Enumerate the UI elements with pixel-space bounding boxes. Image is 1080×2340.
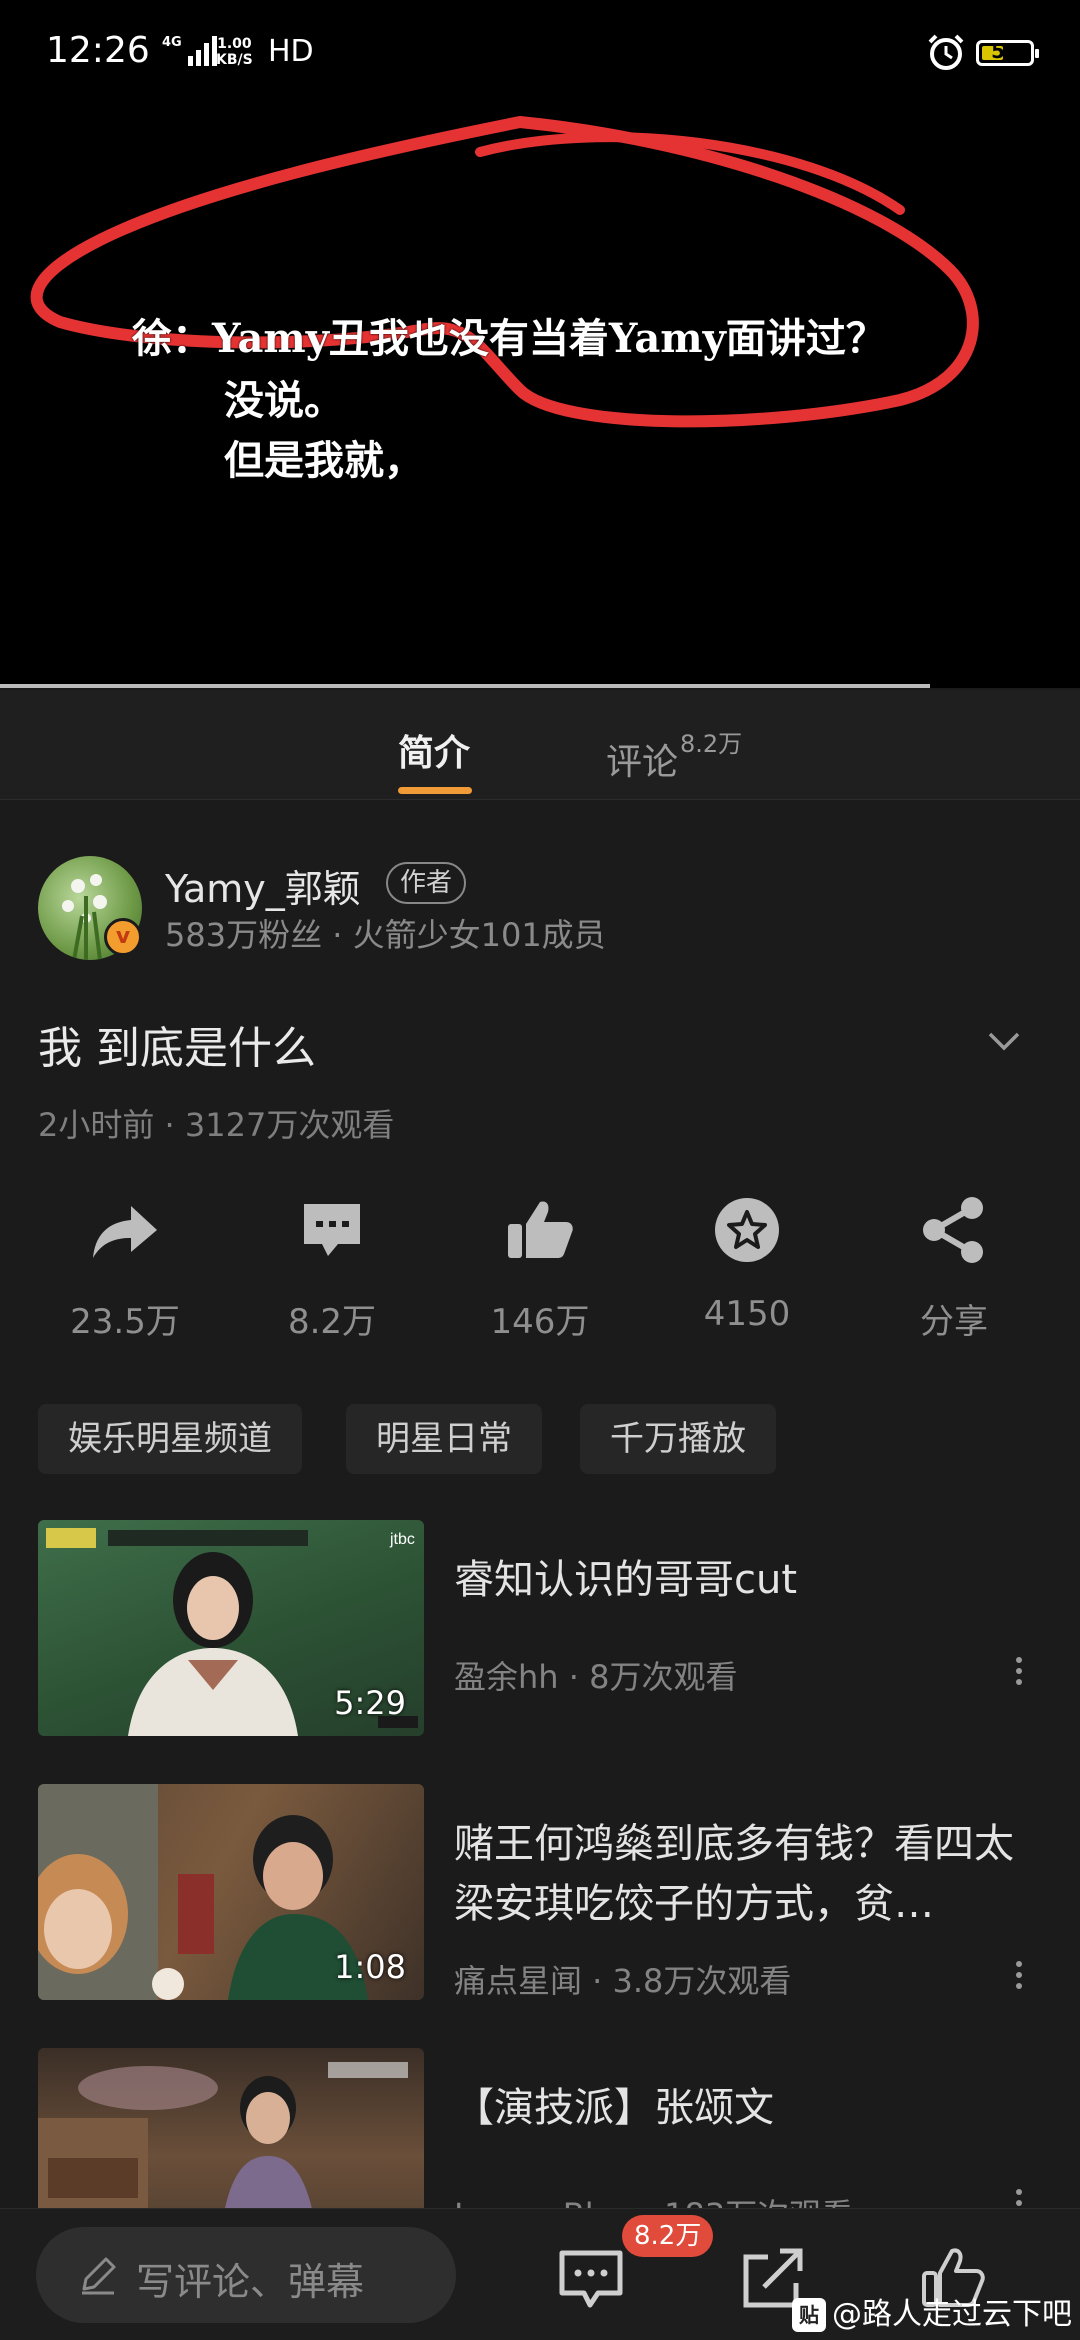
more-options-icon[interactable]: [1004, 1652, 1034, 1696]
author-meta: 583万粉丝 · 火箭少女101成员: [165, 916, 606, 954]
video-thumbnail[interactable]: jtbc 5:29: [38, 1520, 424, 1736]
bottom-bar: 写评论、弹幕 8.2万 贴 @路人走过云下吧: [0, 2208, 1080, 2340]
tag-chip[interactable]: 明星日常: [346, 1404, 542, 1474]
svg-text:jtbc: jtbc: [389, 1531, 415, 1548]
tag-chip[interactable]: 千万播放: [580, 1404, 776, 1474]
video-meta: 2小时前 · 3127万次观看: [38, 1106, 395, 1144]
watermark: 贴 @路人走过云下吧: [792, 2289, 1072, 2333]
video-thumbnail[interactable]: 1:08: [38, 1784, 424, 2000]
network-speed: 1.00 KB/S: [216, 36, 253, 68]
share-button[interactable]: 分享: [869, 1192, 1039, 1343]
related-video-title: 睿知认识的哥哥cut: [454, 1557, 798, 1603]
author-tag: 作者: [386, 862, 467, 904]
tab-intro[interactable]: 简介: [398, 724, 470, 776]
chevron-down-icon[interactable]: [984, 1020, 1024, 1060]
red-scribble-annotation: [30, 115, 979, 428]
related-video-title: 【演技派】张颂文: [454, 2085, 774, 2131]
subtitle-line: 没说。: [224, 377, 344, 424]
tag-chip[interactable]: 娱乐明星频道: [38, 1404, 302, 1474]
related-video-meta: 盈余hh · 8万次观看: [454, 1658, 738, 1696]
active-tab-indicator: [398, 787, 472, 794]
tab-bar: 简介 评论8.2万: [0, 690, 1080, 800]
video-duration: 1:08: [334, 1948, 406, 1986]
verified-icon: v: [104, 918, 142, 956]
status-time: 12:26: [46, 30, 150, 71]
video-title: 我 到底是什么: [38, 1023, 316, 1074]
share-icon: [923, 1197, 983, 1263]
more-options-icon[interactable]: [1004, 1956, 1034, 2000]
hd-indicator: HD: [268, 34, 314, 69]
comment-input[interactable]: 写评论、弹幕: [36, 2227, 456, 2323]
forward-icon: [93, 1206, 157, 1258]
related-video-item[interactable]: jtbc 5:29 睿知认识的哥哥cut 盈余hh · 8万次观看: [0, 1520, 1080, 1740]
comment-icon[interactable]: [556, 2243, 626, 2313]
forward-button[interactable]: 23.5万: [40, 1192, 210, 1343]
favorite-button[interactable]: 4150: [662, 1192, 832, 1334]
comment-icon: [304, 1204, 360, 1256]
battery-icon: 57: [976, 39, 1039, 66]
alarm-icon: [928, 34, 964, 70]
author-name[interactable]: Yamy_郭颖: [165, 858, 361, 913]
video-progress-bar[interactable]: [0, 684, 930, 688]
status-bar: 12:26 4G 1.00 KB/S HD 57: [0, 0, 1080, 110]
like-button[interactable]: 146万: [455, 1192, 625, 1343]
network-type: 4G: [162, 35, 182, 50]
subtitle-line: 但是我就，: [224, 437, 424, 484]
thumbs-up-icon: [508, 1201, 573, 1258]
comment-count-badge: 8.2万: [622, 2215, 714, 2257]
subtitle-line: 徐：Yamy丑我也没有当着Yamy面讲过？: [132, 315, 886, 362]
comments-count: 8.2万: [680, 730, 743, 758]
video-duration: 5:29: [334, 1684, 406, 1722]
video-player[interactable]: 12:26 4G 1.00 KB/S HD 57 徐：Yamy丑我也没有当着Ya…: [0, 0, 1080, 688]
tab-comments[interactable]: 评论8.2万: [606, 724, 742, 785]
danmaku-button[interactable]: 8.2万: [247, 1192, 417, 1343]
related-video-title: 赌王何鸿燊到底多有钱？看四太梁安琪吃饺子的方式，贫…: [454, 1821, 1014, 1927]
star-icon: [715, 1198, 779, 1262]
pencil-icon: [82, 2257, 116, 2295]
related-video-meta: 痛点星闻 · 3.8万次观看: [454, 1962, 792, 2000]
related-video-item[interactable]: 1:08 赌王何鸿燊到底多有钱？看四太梁安琪吃饺子的方式，贫… 痛点星闻 · 3…: [0, 1784, 1080, 2004]
